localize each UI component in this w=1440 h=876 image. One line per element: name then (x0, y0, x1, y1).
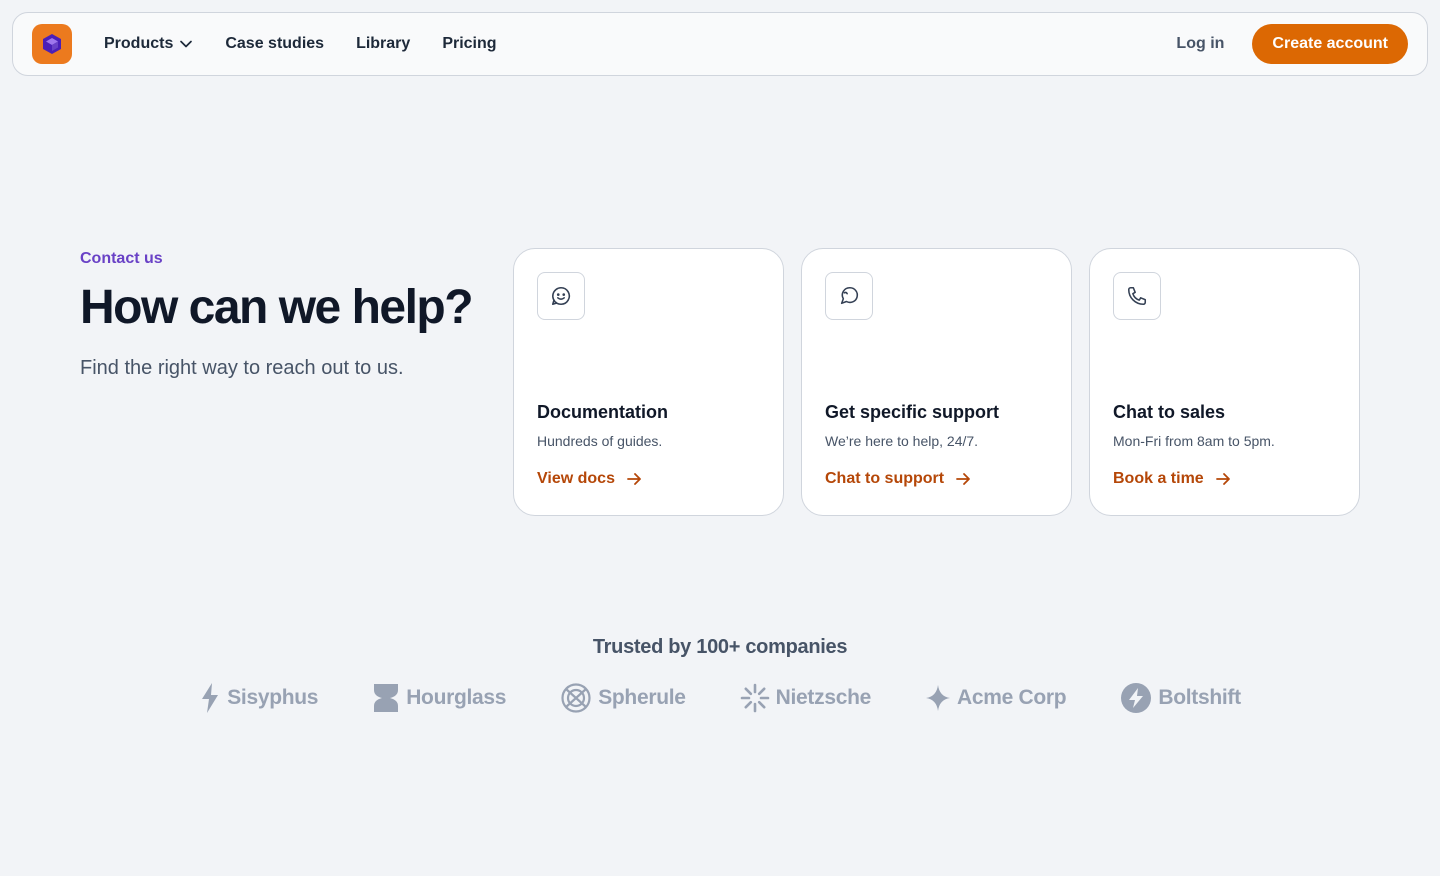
logo-boltshift: Boltshift (1120, 682, 1241, 714)
logo-nietzsche: Nietzsche (740, 683, 871, 713)
logo-spherule: Spherule (560, 682, 686, 714)
burst-icon (740, 683, 769, 713)
card-support: Get specific support We’re here to help,… (801, 248, 1072, 516)
brand-name: Spherule (598, 686, 686, 709)
arrow-right-icon (1215, 473, 1230, 485)
phone-icon (1127, 286, 1147, 306)
brand-name: Boltshift (1158, 686, 1241, 709)
login-link[interactable]: Log in (1176, 35, 1224, 53)
page-title: How can we help? (80, 281, 474, 334)
message-icon-box (825, 272, 873, 320)
card-description: Mon-Fri from 8am to 5pm. (1113, 433, 1275, 449)
brand-name: Sisyphus (227, 686, 319, 709)
chevron-down-icon (180, 40, 193, 48)
phone-icon-box (1113, 272, 1161, 320)
card-title: Chat to sales (1113, 402, 1226, 422)
nav-library[interactable]: Library (356, 35, 410, 53)
top-navbar: Products Case studies Library Pricing Lo… (12, 12, 1428, 76)
nav-products[interactable]: Products (104, 35, 193, 53)
arrow-right-icon (956, 473, 970, 485)
sparkle-icon (926, 685, 950, 711)
brand-logo[interactable] (32, 24, 72, 64)
card-description: Hundreds of guides. (537, 433, 663, 449)
brand-name: Acme Corp (957, 686, 1067, 709)
company-logos: Sisyphus Hourglass Spherule Nietzsche Ac… (0, 682, 1440, 714)
card-link-label: Chat to support (825, 470, 945, 487)
brand-logo-icon (43, 34, 61, 54)
brand-name: Nietzsche (775, 686, 872, 709)
smile-chat-icon-box (537, 272, 585, 320)
hourglass-icon (374, 684, 399, 712)
sphere-icon (561, 683, 591, 713)
card-title: Get specific support (825, 402, 1000, 422)
card-documentation: Documentation Hundreds of guides. View d… (513, 248, 784, 516)
view-docs-link[interactable]: View docs (537, 470, 643, 488)
chat-to-support-link[interactable]: Chat to support (825, 470, 972, 488)
logo-acme-corp: Acme Corp (925, 684, 1067, 712)
brand-name: Hourglass (406, 686, 507, 709)
trusted-heading: Trusted by 100+ companies (592, 636, 848, 658)
nav-products-label: Products (104, 35, 174, 52)
card-link-label: View docs (537, 470, 615, 487)
bolt-icon (202, 683, 219, 713)
card-description: We’re here to help, 24/7. (825, 433, 979, 449)
book-a-time-link[interactable]: Book a time (1113, 470, 1232, 488)
nav-actions: Log in Create account (1176, 24, 1408, 64)
hero-subtitle: Find the right way to reach out to us. (80, 357, 404, 380)
nav-case-studies[interactable]: Case studies (225, 35, 324, 53)
contact-cards: Documentation Hundreds of guides. View d… (513, 248, 1360, 516)
nav-pricing[interactable]: Pricing (442, 35, 496, 53)
hero-section: Contact us How can we help? Find the rig… (80, 250, 490, 380)
card-sales: Chat to sales Mon-Fri from 8am to 5pm. B… (1089, 248, 1360, 516)
create-account-button[interactable]: Create account (1252, 24, 1408, 64)
logo-sisyphus: Sisyphus (199, 682, 318, 714)
card-link-label: Book a time (1113, 470, 1204, 487)
smile-chat-icon (551, 286, 571, 306)
circle-bolt-icon (1121, 683, 1152, 713)
card-title: Documentation (537, 402, 669, 422)
primary-nav: Products Case studies Library Pricing (104, 35, 497, 53)
hero-eyebrow: Contact us (80, 250, 163, 267)
logo-hourglass: Hourglass (372, 682, 506, 714)
arrow-right-icon (627, 473, 641, 485)
message-icon (840, 286, 859, 305)
